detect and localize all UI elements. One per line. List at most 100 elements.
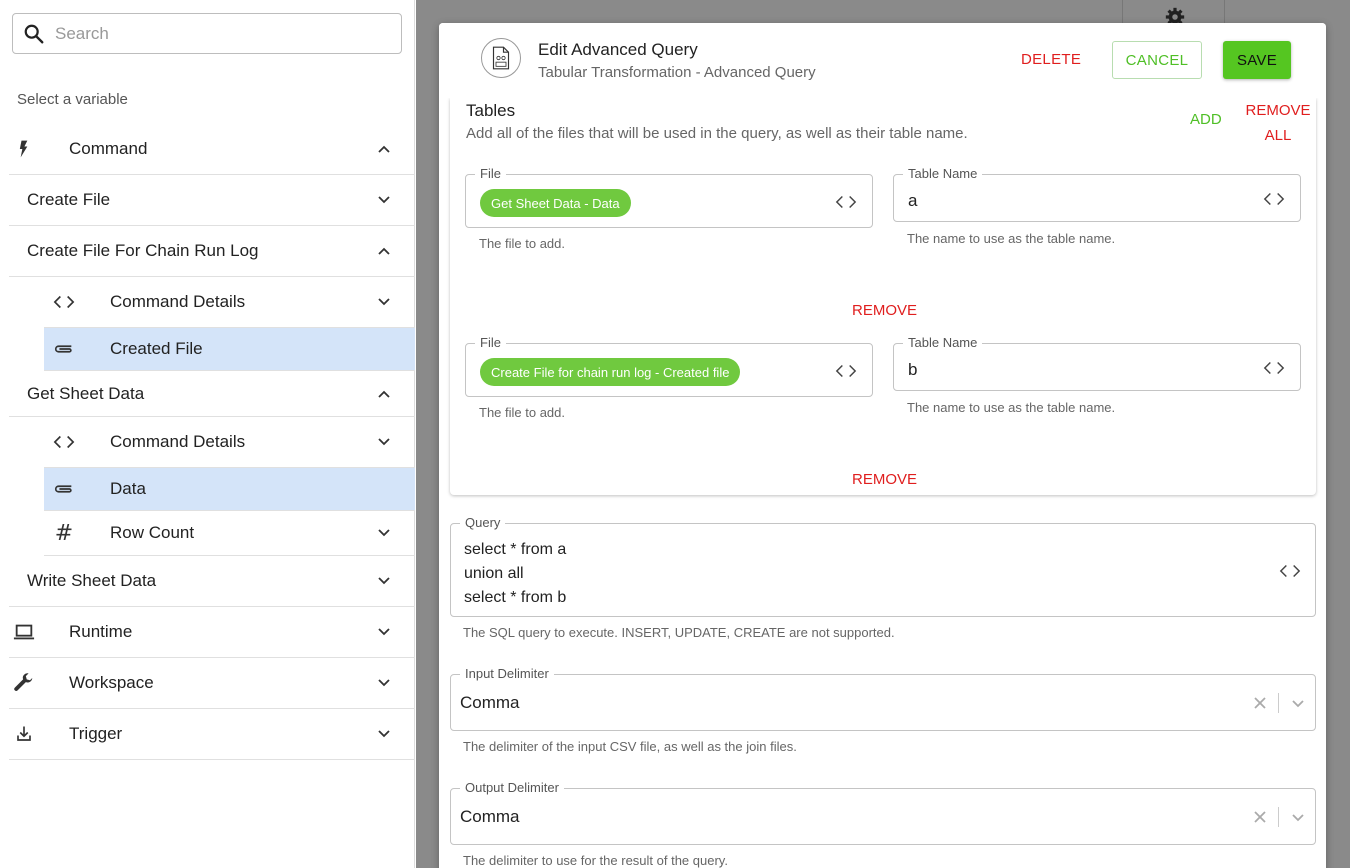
tree-item-command-details[interactable]: Command Details (44, 417, 415, 468)
table-name-value[interactable]: a (908, 191, 917, 211)
file-field[interactable]: File Create File for chain run log - Cre… (465, 335, 873, 397)
file-chip[interactable]: Get Sheet Data - Data (480, 189, 631, 217)
tree-item-get-sheet-data[interactable]: Get Sheet Data (9, 371, 415, 417)
chevron-up-icon[interactable] (377, 244, 391, 258)
file-field[interactable]: File Get Sheet Data - Data (465, 166, 873, 228)
tree-item-label: Write Sheet Data (27, 571, 157, 590)
tree-item-created-file[interactable]: Created File (44, 328, 415, 371)
select-separator (1278, 693, 1279, 713)
add-table-button[interactable]: ADD (1190, 111, 1222, 128)
tree-item-label: Trigger (69, 724, 123, 743)
tree-item-label: Get Sheet Data (27, 383, 145, 403)
tree-item-label: Create File (27, 190, 111, 209)
table-name-helper-text: The name to use as the table name. (907, 400, 1116, 415)
search-box[interactable] (12, 13, 402, 54)
tree-item-label: Workspace (69, 673, 154, 692)
chevron-down-icon[interactable] (377, 295, 391, 309)
query-field[interactable]: Query select * from a union all select *… (450, 515, 1316, 617)
tree-item-data[interactable]: Data (44, 468, 415, 511)
tree-item-label: Runtime (69, 622, 133, 641)
tables-section: Tables Add all of the files that will be… (450, 98, 1316, 495)
dialog-subtitle: Tabular Transformation - Advanced Query (538, 64, 816, 81)
input-delimiter-select[interactable]: Input Delimiter Comma (450, 666, 1316, 731)
chevron-down-icon[interactable] (377, 435, 391, 449)
save-button[interactable]: SAVE (1223, 41, 1291, 79)
chevron-down-icon[interactable] (377, 625, 391, 639)
tree-item-label: Created File (110, 339, 203, 358)
code-icon[interactable] (1263, 361, 1285, 375)
variable-sidebar: Select a variable Command Create File Cr… (0, 0, 415, 868)
code-icon[interactable] (835, 195, 857, 209)
table-name-field[interactable]: Table Name a (893, 166, 1301, 222)
query-text[interactable]: select * from a union all select * from … (464, 538, 566, 610)
chevron-down-icon[interactable] (377, 574, 391, 588)
table-name-field[interactable]: Table Name b (893, 335, 1301, 391)
chevron-up-icon[interactable] (377, 142, 391, 156)
tree-item-command-details[interactable]: Command Details (44, 277, 415, 328)
tree-item-write-sheet-data[interactable]: Write Sheet Data (9, 556, 415, 607)
query-line: select * from a (464, 541, 567, 558)
chevron-down-icon[interactable] (377, 193, 391, 207)
select-variable-label: Select a variable (17, 91, 128, 108)
tree-item-label: Command Details (110, 292, 246, 311)
output-delimiter-select[interactable]: Output Delimiter Comma (450, 780, 1316, 845)
input-delimiter-helper-text: The delimiter of the input CSV file, as … (463, 739, 797, 754)
search-icon (24, 24, 44, 43)
dialog-title: Edit Advanced Query (538, 40, 698, 59)
tree-item-command[interactable]: Command (9, 124, 415, 175)
query-label: Query (460, 515, 506, 530)
tree-item-row-count[interactable]: # Row Count (44, 511, 415, 556)
table-name-label: Table Name (903, 335, 983, 350)
table-name-value[interactable]: b (908, 360, 917, 380)
settings-area (1122, 0, 1225, 27)
tree-item-create-file[interactable]: Create File (9, 175, 415, 226)
edit-advanced-query-dialog: Tables Add all of the files that will be… (439, 23, 1326, 868)
tree-item-label: Row Count (110, 523, 195, 542)
tree-item-label: Create File For Chain Run Log (27, 241, 259, 260)
file-helper-text: The file to add. (479, 236, 565, 251)
lightning-icon (13, 138, 35, 160)
remove-row-button[interactable]: REMOVE (852, 302, 917, 319)
search-input[interactable] (55, 23, 375, 44)
chevron-down-icon[interactable] (377, 676, 391, 690)
table-name-helper-text: The name to use as the table name. (907, 231, 1116, 246)
dialog-header: Edit Advanced Query Tabular Transformati… (439, 23, 1326, 98)
remove-all-button[interactable]: REMOVE ALL (1240, 98, 1316, 148)
chevron-down-icon[interactable] (1291, 697, 1305, 711)
variable-tree: Command Create File Create File For Chai… (9, 124, 415, 760)
clear-icon[interactable] (1254, 697, 1266, 709)
output-delimiter-helper-text: The delimiter to use for the result of t… (463, 853, 728, 868)
query-helper-text: The SQL query to execute. INSERT, UPDATE… (463, 625, 895, 640)
chevron-down-icon[interactable] (377, 727, 391, 741)
select-separator (1278, 807, 1279, 827)
code-icon[interactable] (835, 364, 857, 378)
output-delimiter-label: Output Delimiter (460, 780, 564, 795)
code-icon[interactable] (1279, 564, 1301, 578)
output-delimiter-value: Comma (460, 807, 520, 826)
file-field-label: File (475, 166, 506, 181)
code-icon[interactable] (1263, 192, 1285, 206)
cancel-button[interactable]: CANCEL (1112, 41, 1202, 79)
wrench-icon (13, 672, 35, 694)
chevron-down-icon[interactable] (377, 526, 391, 540)
tree-item-create-file-for-chain-run-log[interactable]: Create File For Chain Run Log (9, 226, 415, 277)
query-line: union all (464, 565, 524, 582)
attachment-icon (53, 338, 75, 360)
clear-icon[interactable] (1254, 811, 1266, 823)
tree-item-trigger[interactable]: Trigger (9, 709, 415, 760)
chevron-down-icon[interactable] (1291, 811, 1305, 825)
tree-item-runtime[interactable]: Runtime (9, 607, 415, 658)
delete-button[interactable]: DELETE (1021, 51, 1081, 68)
chevron-up-icon[interactable] (377, 387, 391, 401)
tables-title: Tables (466, 101, 516, 120)
hash-icon: # (54, 520, 74, 546)
code-icon (53, 291, 75, 313)
remove-row-button[interactable]: REMOVE (852, 471, 917, 488)
tabular-file-icon (481, 38, 521, 78)
trigger-icon (13, 723, 35, 745)
code-icon (53, 431, 75, 453)
tree-item-label: Command (69, 139, 148, 158)
tree-item-workspace[interactable]: Workspace (9, 658, 415, 709)
file-chip[interactable]: Create File for chain run log - Created … (480, 358, 741, 386)
file-helper-text: The file to add. (479, 405, 565, 420)
